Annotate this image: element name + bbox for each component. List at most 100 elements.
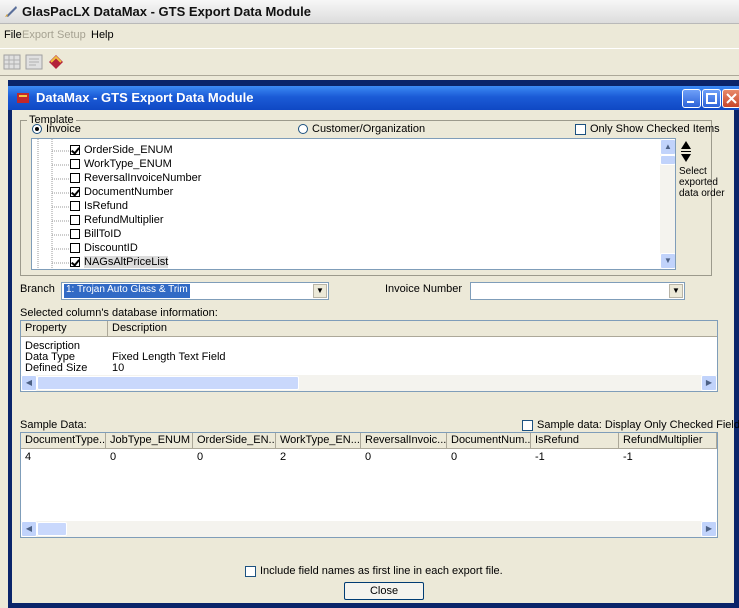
column-info-panel: Property Description Description Data Ty… (20, 320, 718, 392)
sample-column-header[interactable]: RefundMultiplier (619, 433, 717, 449)
field-label: OrderSide_ENUM (84, 144, 173, 156)
field-label: NAGsAltPriceList (84, 256, 169, 268)
scroll-left-button[interactable]: ◀ (21, 375, 37, 391)
menu-file[interactable]: File (4, 29, 22, 41)
field-checkbox[interactable] (70, 201, 80, 211)
field-checkbox[interactable] (70, 145, 80, 155)
toolbar-export-icon[interactable] (24, 52, 44, 72)
invoice-label: Invoice (46, 123, 81, 135)
close-button[interactable]: Close (344, 582, 424, 600)
sample-cell: 0 (451, 451, 458, 463)
sample-hscroll[interactable]: ◀ ▶ (21, 521, 717, 537)
hscroll-thumb[interactable] (37, 376, 299, 390)
customer-radio[interactable] (298, 124, 308, 134)
include-names-label: Include field names as first line in eac… (260, 565, 503, 577)
chevron-down-icon[interactable]: ▼ (669, 284, 683, 298)
sample-column-header[interactable]: OrderSide_EN... (193, 433, 276, 449)
include-names-checkbox[interactable] (245, 566, 256, 577)
datamax-icon (17, 93, 29, 103)
invoice-number-label: Invoice Number (385, 283, 463, 295)
sample-cell: -1 (535, 451, 545, 463)
sample-column-header[interactable]: DocumentNum... (447, 433, 531, 449)
field-label: RefundMultiplier (84, 214, 164, 226)
branch-select[interactable]: 1: Trojan Auto Glass & Trim ▼ (61, 282, 329, 300)
sample-cell: 0 (197, 451, 204, 463)
arrow-up-icon[interactable] (681, 141, 691, 149)
chevron-down-icon[interactable]: ▼ (313, 284, 327, 298)
field-label: ReversalInvoiceNumber (84, 172, 202, 184)
info-property: Defined Size (25, 362, 88, 374)
child-title: DataMax - GTS Export Data Module (36, 90, 254, 105)
branch-label: Branch (20, 283, 55, 295)
sample-cell: 0 (110, 451, 117, 463)
customer-label: Customer/Organization (312, 123, 426, 135)
field-checkbox[interactable] (70, 229, 80, 239)
field-label: BillToID (84, 228, 122, 240)
toolbar-grid-icon[interactable] (2, 52, 22, 72)
sample-cell: 2 (280, 451, 287, 463)
field-label: WorkType_ENUM (84, 158, 172, 170)
invoice-number-value (473, 284, 477, 298)
sample-cell: -1 (623, 451, 633, 463)
app-icon (5, 6, 17, 17)
only-checked-checkbox[interactable] (575, 124, 586, 135)
only-checked-label: Only Show Checked Items (590, 123, 720, 135)
scroll-right-button[interactable]: ▶ (701, 521, 717, 537)
field-checkbox[interactable] (70, 257, 80, 267)
invoice-radio[interactable] (32, 124, 42, 134)
sample-cell: 4 (25, 451, 32, 463)
column-info-hscroll[interactable]: ◀ ▶ (21, 375, 717, 391)
app-title-bar: GlasPacLX DataMax - GTS Export Data Modu… (0, 0, 739, 24)
scroll-right-button[interactable]: ▶ (701, 375, 717, 391)
maximize-button[interactable] (702, 89, 721, 108)
sample-only-checked-checkbox[interactable] (522, 420, 533, 431)
field-checkbox[interactable] (70, 215, 80, 225)
order-note-1: Select (679, 166, 707, 177)
branch-value: 1: Trojan Auto Glass & Trim (64, 284, 190, 298)
app-title: GlasPacLX DataMax - GTS Export Data Modu… (22, 4, 311, 19)
close-window-button[interactable] (722, 89, 739, 108)
menu-export[interactable]: Export (22, 29, 54, 41)
toolbar-book-icon[interactable] (46, 52, 66, 72)
tree-lines (37, 139, 70, 269)
sample-column-header[interactable]: JobType_ENUM (106, 433, 193, 449)
invoice-number-select[interactable]: ▼ (470, 282, 685, 300)
hscroll-thumb[interactable] (37, 522, 67, 536)
scroll-thumb[interactable] (660, 155, 675, 165)
field-checkbox[interactable] (70, 159, 80, 169)
sample-title: Sample Data: (20, 419, 87, 431)
sample-only-checked-label: Sample data: Display Only Checked Fields (537, 419, 739, 431)
sample-column-header[interactable]: IsRefund (531, 433, 619, 449)
maximize-icon (706, 93, 717, 104)
close-icon (726, 93, 737, 104)
toolbar (0, 48, 739, 76)
sample-column-header[interactable]: ReversalInvoic... (361, 433, 447, 449)
sample-cell: 0 (365, 451, 372, 463)
field-label: IsRefund (84, 200, 129, 212)
scroll-left-button[interactable]: ◀ (21, 521, 37, 537)
field-list[interactable]: OrderSide_ENUM WorkType_ENUM ReversalInvoi… (31, 138, 676, 270)
field-checkbox[interactable] (70, 243, 80, 253)
info-description: 10 (112, 362, 125, 374)
child-title-bar: DataMax - GTS Export Data Module (8, 86, 739, 110)
info-description: Fixed Length Text Field (112, 351, 226, 363)
field-checkbox[interactable] (70, 187, 80, 197)
menu-bar: File Export Setup Help (0, 24, 739, 48)
sample-column-header[interactable]: DocumentType... (21, 433, 106, 449)
column-info-title: Selected column's database information: (20, 307, 218, 319)
sample-column-header[interactable]: WorkType_EN... (276, 433, 361, 449)
field-list-scrollbar[interactable]: ▲ ▼ (660, 139, 675, 269)
scroll-down-button[interactable]: ▼ (660, 253, 675, 269)
menu-setup[interactable]: Setup (57, 29, 86, 41)
field-label: DiscountID (84, 242, 138, 254)
order-arrows (681, 141, 691, 162)
arrow-down-icon[interactable] (681, 154, 691, 162)
field-checkbox[interactable] (70, 173, 80, 183)
minimize-icon (687, 101, 694, 103)
column-header-property[interactable]: Property (21, 321, 108, 337)
menu-help[interactable]: Help (91, 29, 114, 41)
sample-grid: DocumentType... JobType_ENUM OrderSide_EN.… (20, 432, 718, 538)
minimize-button[interactable] (682, 89, 701, 108)
column-header-description[interactable]: Description (108, 321, 717, 337)
scroll-up-button[interactable]: ▲ (660, 139, 675, 155)
